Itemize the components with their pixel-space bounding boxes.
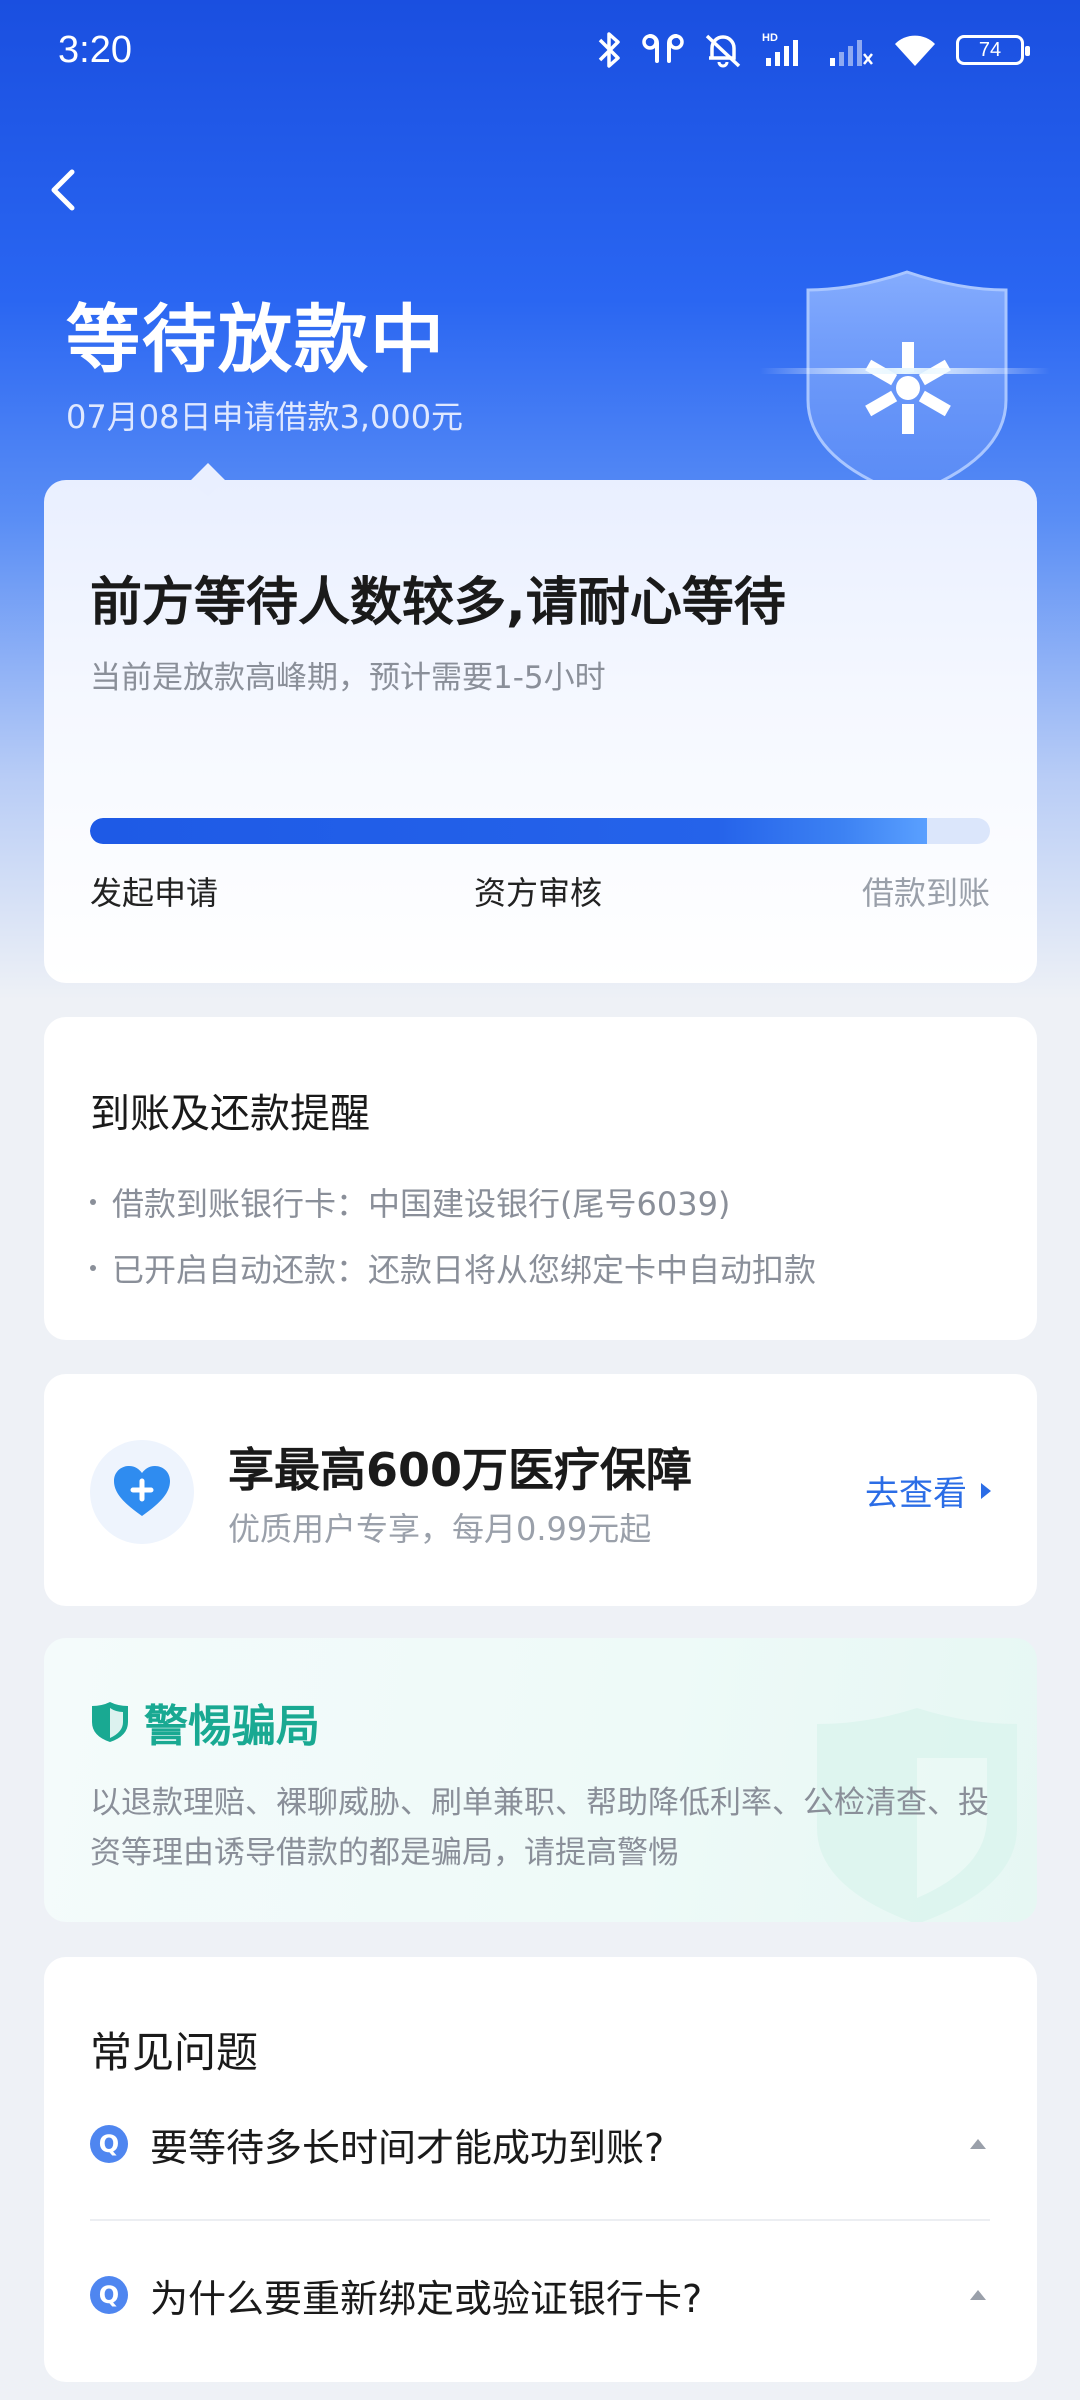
fraud-text: 以退款理赔、裸聊威胁、刷单兼职、帮助降低利率、公检清查、投资等理由诱导借款的都是… xyxy=(90,1785,989,1871)
faq-question: 要等待多长时间才能成功到账? xyxy=(150,2125,665,2170)
loan-status-card: 前方等待人数较多,请耐心等待 当前是放款高峰期，预计需要1-5小时 发起申请 资… xyxy=(44,463,1037,983)
insurance-subtitle: 优质用户专享，每月0.99元起 xyxy=(228,1510,652,1548)
reminder-item-bank-card: 借款到账银行卡：中国建设银行(尾号6039) xyxy=(90,1179,730,1225)
mute-bell-icon xyxy=(705,34,741,68)
step-apply: 发起申请 xyxy=(90,874,219,912)
question-badge: Q xyxy=(90,2276,128,2314)
reminder-item-auto-repay: 已开启自动还款：还款日将从您绑定卡中自动扣款 xyxy=(90,1245,816,1291)
fraud-title: 警惕骗局 xyxy=(144,1701,320,1752)
status-icons: HD 74 xyxy=(596,30,1030,70)
bullet-dot xyxy=(90,1265,96,1271)
step-review: 资方审核 xyxy=(474,874,603,912)
insurance-title: 享最高600万医疗保障 xyxy=(228,1443,693,1497)
heart-icon xyxy=(114,1466,170,1516)
shield-illustration xyxy=(760,270,1050,498)
page-title: 等待放款中 xyxy=(66,297,446,383)
signal-weak-icon xyxy=(830,40,873,66)
faq-item[interactable]: Q 要等待多长时间才能成功到账? xyxy=(90,2069,990,2219)
progress-bar xyxy=(90,818,990,844)
progress-fill xyxy=(90,818,927,844)
fraud-warning-card: 警惕骗局 以退款理赔、裸聊威胁、刷单兼职、帮助降低利率、公检清查、投资等理由诱导… xyxy=(44,1638,1037,1922)
view-insurance-link[interactable]: 去查看 xyxy=(865,1466,991,1515)
insurance-card[interactable]: 享最高600万医疗保障 优质用户专享，每月0.99元起 去查看 xyxy=(44,1374,1037,1606)
back-arrow-icon[interactable] xyxy=(40,160,90,220)
signal-hd-icon: HD xyxy=(762,32,798,66)
status-heading: 前方等待人数较多,请耐心等待 xyxy=(90,573,786,633)
fraud-heading: 警惕骗局 xyxy=(90,1690,320,1754)
shield-icon xyxy=(92,1702,128,1742)
status-note: 当前是放款高峰期，预计需要1-5小时 xyxy=(90,660,606,696)
reminder-text: 借款到账银行卡：中国建设银行(尾号6039) xyxy=(112,1185,731,1223)
caret-up-icon xyxy=(970,2290,986,2300)
status-bar: 3:20 HD 74 xyxy=(0,0,1080,100)
page-subtitle: 07月08日申请借款3,000元 xyxy=(66,398,464,436)
step-received: 借款到账 xyxy=(861,874,990,912)
battery-indicator: 74 xyxy=(956,35,1030,65)
caret-right-icon xyxy=(981,1482,991,1499)
status-time: 3:20 xyxy=(58,28,132,71)
earbuds-icon xyxy=(642,34,684,63)
bullet-dot xyxy=(90,1199,96,1205)
svg-text:HD: HD xyxy=(762,32,778,44)
view-link-label: 去查看 xyxy=(865,1474,967,1514)
question-badge: Q xyxy=(90,2125,128,2163)
bluetooth-icon xyxy=(598,32,620,68)
caret-up-icon xyxy=(970,2139,986,2149)
faq-item[interactable]: Q 为什么要重新绑定或验证银行卡? xyxy=(90,2219,990,2369)
battery-level: 74 xyxy=(978,38,1002,61)
reminder-text: 已开启自动还款：还款日将从您绑定卡中自动扣款 xyxy=(112,1251,817,1289)
heart-plus-icon xyxy=(90,1440,194,1544)
wifi-icon xyxy=(895,35,935,66)
faq-question: 为什么要重新绑定或验证银行卡? xyxy=(150,2276,703,2321)
reminder-card: 到账及还款提醒 借款到账银行卡：中国建设银行(尾号6039) 已开启自动还款：还… xyxy=(44,1017,1037,1340)
reminder-title: 到账及还款提醒 xyxy=(90,1091,370,1137)
faq-card: 常见问题 Q 要等待多长时间才能成功到账? Q 为什么要重新绑定或验证银行卡? xyxy=(44,1957,1037,2382)
